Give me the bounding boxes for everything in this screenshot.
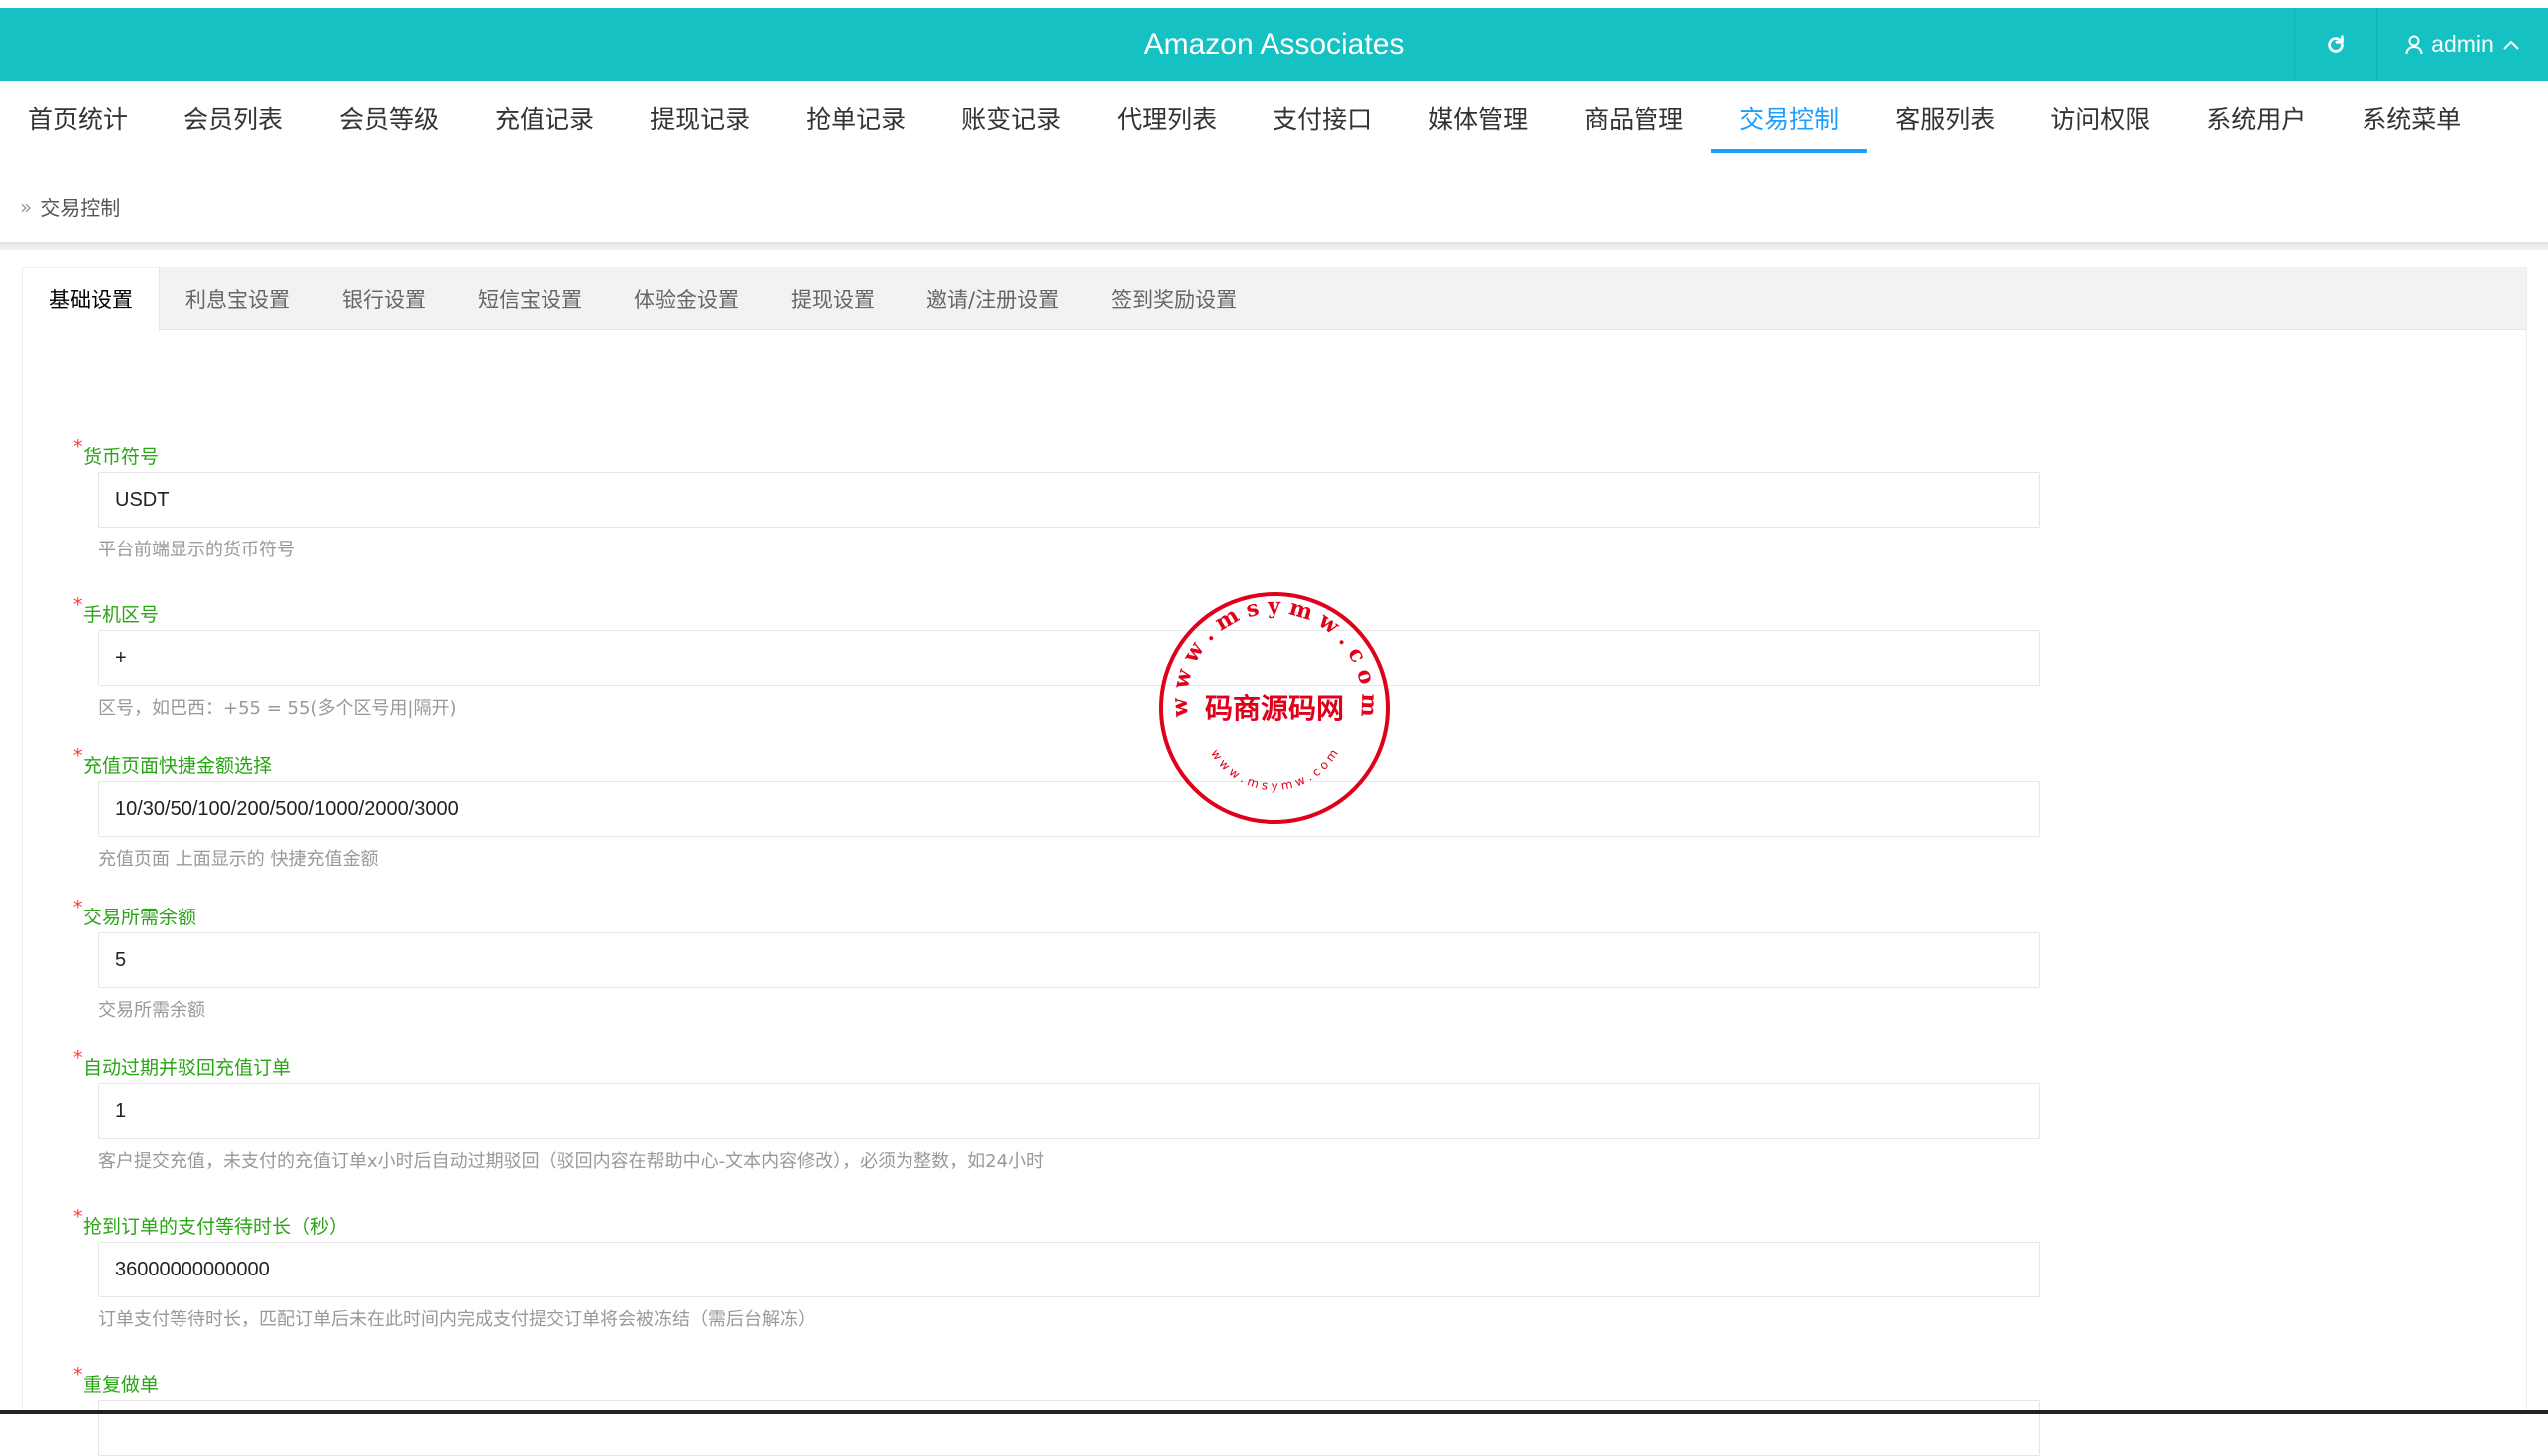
field-help: 区号，如巴西：+55 = 55(多个区号用|隔开) [98, 698, 457, 719]
tab-bank-settings[interactable]: 银行设置 [316, 268, 452, 330]
phone-area-code-input[interactable]: + [98, 630, 2040, 686]
currency-symbol-input[interactable]: USDT [98, 472, 2040, 528]
required-mark: * [73, 897, 83, 918]
nav-item-recharge-records[interactable]: 充值记录 [467, 81, 622, 151]
nav-item-member-list[interactable]: 会员列表 [156, 81, 311, 151]
recharge-quick-amounts-input[interactable]: 10/30/50/100/200/500/1000/2000/3000 [98, 781, 2040, 837]
double-chevron-right-icon: » [20, 194, 33, 219]
field-label-text: 交易所需余额 [83, 907, 197, 928]
required-mark: * [73, 1364, 83, 1386]
tab-interest-treasure-settings[interactable]: 利息宝设置 [160, 268, 316, 330]
nav-item-system-users[interactable]: 系统用户 [2178, 81, 2334, 151]
field-help: 交易所需余额 [98, 1000, 205, 1021]
nav-item-product-management[interactable]: 商品管理 [1556, 81, 1711, 151]
watermark-stamp: w w w . m s y m w . c o m 码商源码网 w w w . … [1159, 592, 1390, 824]
user-icon [2405, 35, 2423, 54]
app-title: Amazon Associates [1143, 28, 1405, 61]
watermark-center-text: 码商源码网 [1205, 692, 1344, 725]
field-label: * 自动过期并驳回充值订单 [73, 1047, 292, 1080]
tab-invite-register-settings[interactable]: 邀请/注册设置 [901, 268, 1085, 330]
field-label: * 重复做单 [73, 1364, 160, 1397]
required-mark: * [73, 594, 83, 616]
field-label: * 交易所需余额 [73, 897, 197, 929]
bottom-edge [0, 1410, 2548, 1414]
field-label-text: 充值页面快捷金额选择 [83, 755, 273, 777]
field-help: 充值页面 上面显示的 快捷充值金额 [98, 849, 379, 870]
tab-trial-fund-settings[interactable]: 体验金设置 [608, 268, 765, 330]
nav-item-member-level[interactable]: 会员等级 [311, 81, 467, 151]
nav-item-access-permissions[interactable]: 访问权限 [2022, 81, 2178, 151]
payment-wait-duration-input[interactable]: 36000000000000 [98, 1242, 2040, 1297]
nav-item-withdraw-records[interactable]: 提现记录 [622, 81, 778, 151]
breadcrumb-current: 交易控制 [40, 196, 121, 220]
field-label: * 货币符号 [73, 436, 160, 469]
tab-withdraw-settings[interactable]: 提现设置 [765, 268, 901, 330]
field-help: 客户提交充值，未支付的充值订单x小时后自动过期驳回（驳回内容在帮助中心-文本内容… [98, 1151, 1045, 1172]
watermark-bottom-text: w w w . m s y m w . c o m [1208, 747, 1341, 793]
chevron-up-icon [2503, 40, 2519, 50]
field-label: * 抢到订单的支付等待时长（秒） [73, 1206, 349, 1239]
tab-checkin-reward-settings[interactable]: 签到奖励设置 [1085, 268, 1263, 330]
field-help: 订单支付等待时长，匹配订单后未在此时间内完成支付提交订单将会被冻结（需后台解冻） [98, 1309, 816, 1330]
field-label-text: 抢到订单的支付等待时长（秒） [83, 1216, 349, 1238]
top-header: Amazon Associates admin [0, 8, 2548, 81]
refresh-button[interactable] [2294, 8, 2375, 81]
settings-tabs: 基础设置 利息宝设置 银行设置 短信宝设置 体验金设置 提现设置 邀请/注册设置… [23, 268, 2526, 331]
field-label-text: 自动过期并驳回充值订单 [83, 1057, 292, 1079]
nav-item-customer-service-list[interactable]: 客服列表 [1867, 81, 2022, 151]
nav-item-system-menu[interactable]: 系统菜单 [2334, 81, 2489, 151]
field-label-text: 手机区号 [83, 604, 160, 626]
nav-item-payment-interface[interactable]: 支付接口 [1245, 81, 1400, 151]
field-label: * 充值页面快捷金额选择 [73, 745, 273, 778]
nav-item-grab-order-records[interactable]: 抢单记录 [778, 81, 933, 151]
user-name: admin [2431, 31, 2494, 57]
field-label: * 手机区号 [73, 594, 160, 627]
field-label-text: 重复做单 [83, 1374, 160, 1396]
repeat-order-input[interactable] [98, 1400, 2040, 1456]
refresh-icon [2327, 34, 2344, 53]
tab-sms-settings[interactable]: 短信宝设置 [452, 268, 608, 330]
auto-expire-recharge-input[interactable]: 1 [98, 1083, 2040, 1139]
required-mark: * [73, 745, 83, 767]
field-label-text: 货币符号 [83, 446, 160, 468]
breadcrumb: » 交易控制 [20, 192, 120, 221]
nav-item-home-stats[interactable]: 首页统计 [0, 81, 156, 151]
nav-item-media-management[interactable]: 媒体管理 [1400, 81, 1556, 151]
tab-basic-settings[interactable]: 基础设置 [23, 268, 160, 331]
nav-item-account-change-records[interactable]: 账变记录 [933, 81, 1089, 151]
settings-panel: 基础设置 利息宝设置 银行设置 短信宝设置 体验金设置 提现设置 邀请/注册设置… [22, 267, 2527, 1456]
field-help: 平台前端显示的货币符号 [98, 540, 295, 560]
nav-item-trade-control[interactable]: 交易控制 [1711, 81, 1868, 153]
required-mark: * [73, 436, 83, 458]
user-menu[interactable]: admin [2376, 8, 2548, 81]
required-mark: * [73, 1047, 83, 1069]
main-nav: 首页统计 会员列表 会员等级 充值记录 提现记录 抢单记录 账变记录 代理列表 … [0, 81, 2548, 153]
trade-required-balance-input[interactable]: 5 [98, 932, 2040, 988]
divider [0, 242, 2548, 250]
required-mark: * [73, 1206, 83, 1228]
nav-item-agent-list[interactable]: 代理列表 [1089, 81, 1245, 151]
